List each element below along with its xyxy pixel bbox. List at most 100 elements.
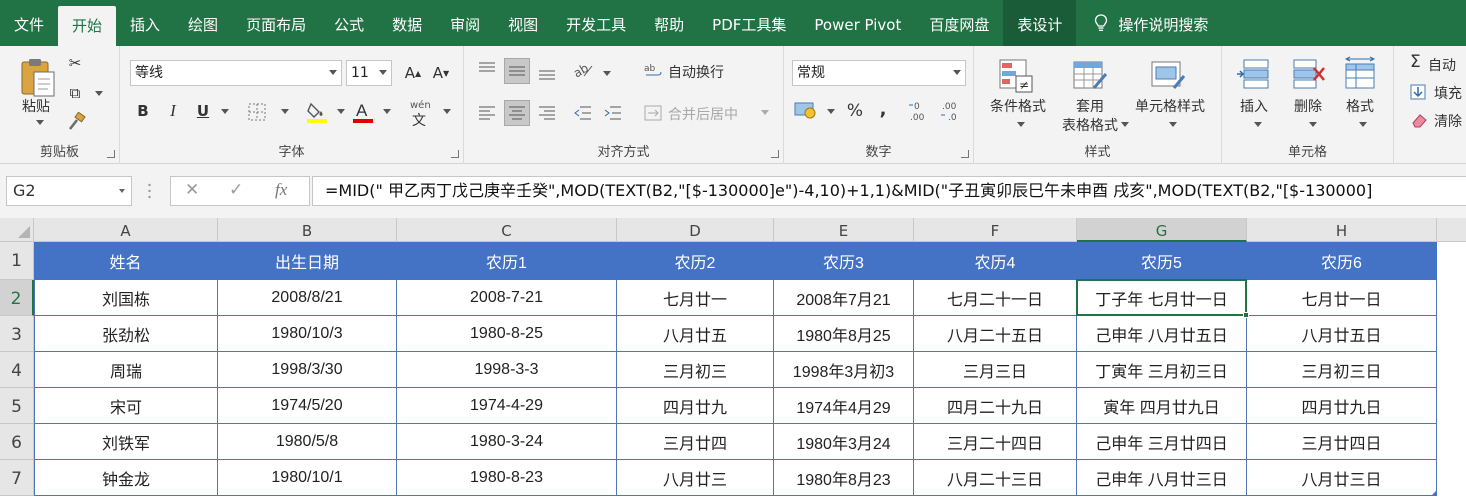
row-header-6[interactable]: 6 — [0, 424, 34, 460]
row-header-1[interactable]: 1 — [0, 242, 34, 280]
select-all-corner[interactable] — [0, 218, 34, 242]
name-box[interactable]: G2 — [6, 176, 132, 206]
tab-data[interactable]: 数据 — [378, 0, 436, 46]
tab-baidu-netdisk[interactable]: 百度网盘 — [915, 0, 1003, 46]
table-header-cell[interactable]: 农历6 — [1247, 242, 1437, 280]
format-as-table-label-1[interactable]: 套用 — [1066, 96, 1114, 116]
table-cell[interactable]: 四月二十九日 — [914, 388, 1077, 424]
insert-cells-dropdown-icon[interactable] — [1254, 122, 1262, 127]
table-cell[interactable]: 丁子年 七月廿一日 — [1077, 280, 1247, 316]
worksheet-grid[interactable]: A B C D E F G H 1 2 3 4 5 6 7 姓名 出生日期 农历1 农历2 农历3 农历4 农历5 农历6 刘… — [0, 218, 1466, 502]
tab-formulas[interactable]: 公式 — [320, 0, 378, 46]
tab-draw[interactable]: 绘图 — [174, 0, 232, 46]
table-resize-handle[interactable] — [1431, 490, 1437, 496]
table-cell[interactable]: 七月廿一日 — [1247, 280, 1437, 316]
table-cell[interactable]: 2008/8/21 — [218, 280, 397, 316]
table-cell[interactable]: 己申年 三月廿四日 — [1077, 424, 1247, 460]
underline-dropdown-icon[interactable] — [221, 109, 229, 114]
table-cell[interactable]: 1980/10/1 — [218, 460, 397, 496]
cut-icon[interactable]: ✂ — [62, 50, 88, 76]
format-cells-button[interactable]: 格式 — [1336, 96, 1384, 116]
column-header-i-partial[interactable] — [1437, 218, 1466, 242]
fill-down-icon[interactable] — [1410, 84, 1426, 100]
cancel-formula-icon[interactable]: ✕ — [185, 180, 199, 200]
font-launcher-icon[interactable] — [451, 150, 459, 158]
orientation-dropdown-icon[interactable] — [603, 71, 611, 76]
format-painter-icon[interactable] — [66, 112, 86, 132]
table-cell[interactable]: 寅年 四月廿九日 — [1077, 388, 1247, 424]
copy-dropdown-icon[interactable] — [95, 91, 103, 96]
increase-font-size-icon[interactable]: A ▲ — [400, 60, 426, 86]
table-cell[interactable]: 张劲松 — [34, 316, 218, 352]
format-as-table-icon[interactable] — [1072, 58, 1108, 94]
tab-page-layout[interactable]: 页面布局 — [232, 0, 320, 46]
underline-button[interactable]: U — [190, 98, 216, 124]
clear-button[interactable]: 清除 — [1434, 111, 1462, 131]
delete-cells-button[interactable]: 删除 — [1284, 96, 1332, 116]
clipboard-launcher-icon[interactable] — [107, 150, 115, 158]
delete-cells-dropdown-icon[interactable] — [1309, 122, 1317, 127]
column-header-c[interactable]: C — [397, 218, 617, 242]
table-header-cell[interactable]: 姓名 — [34, 242, 218, 280]
table-cell[interactable]: 1980/5/8 — [218, 424, 397, 460]
table-cell[interactable]: 四月廿九 — [617, 388, 774, 424]
format-cells-icon[interactable] — [1342, 56, 1378, 92]
clear-eraser-icon[interactable] — [1410, 112, 1428, 128]
phonetic-guide-dropdown-icon[interactable] — [443, 109, 451, 114]
table-header-cell[interactable]: 农历5 — [1077, 242, 1247, 280]
delete-cells-icon[interactable] — [1290, 56, 1326, 92]
table-cell[interactable]: 2008年7月21 — [774, 280, 914, 316]
align-left-icon[interactable] — [478, 104, 496, 122]
insert-cells-button[interactable]: 插入 — [1230, 96, 1278, 116]
row-header-2[interactable]: 2 — [0, 280, 34, 316]
table-cell[interactable]: 1980年8月25 — [774, 316, 914, 352]
insert-function-icon[interactable]: fx — [275, 180, 287, 200]
percent-style-button[interactable]: % — [842, 98, 868, 124]
cell-styles-button[interactable]: 单元格样式 — [1130, 96, 1210, 116]
tab-file[interactable]: 文件 — [0, 0, 58, 46]
table-cell[interactable]: 1980年3月24 — [774, 424, 914, 460]
table-cell[interactable]: 七月二十一日 — [914, 280, 1077, 316]
table-header-cell[interactable]: 农历4 — [914, 242, 1077, 280]
format-as-table-button[interactable]: 表格格式 — [1052, 115, 1128, 135]
merge-center-icon[interactable] — [644, 104, 662, 122]
table-cell[interactable]: 1998/3/30 — [218, 352, 397, 388]
tab-table-design[interactable]: 表设计 — [1003, 0, 1077, 46]
align-top-icon[interactable] — [478, 60, 496, 78]
align-bottom-icon[interactable] — [538, 64, 556, 82]
table-cell[interactable]: 2008-7-21 — [397, 280, 617, 316]
column-header-b[interactable]: B — [218, 218, 397, 242]
paste-button[interactable]: 粘贴 — [18, 96, 54, 116]
cell-styles-dropdown-icon[interactable] — [1169, 122, 1177, 127]
table-cell[interactable]: 刘国栋 — [34, 280, 218, 316]
autosum-icon[interactable]: Σ — [1410, 52, 1421, 72]
table-cell[interactable]: 八月二十三日 — [914, 460, 1077, 496]
table-cell[interactable]: 三月初三 — [617, 352, 774, 388]
formula-bar-grip-icon[interactable] — [148, 182, 151, 200]
borders-dropdown-icon[interactable] — [281, 109, 289, 114]
fill-color-dropdown-icon[interactable] — [337, 109, 345, 114]
formula-input[interactable]: =MID(" 甲乙丙丁戊己庚辛壬癸",MOD(TEXT(B2,"[$-13000… — [312, 176, 1466, 206]
enter-formula-icon[interactable]: ✓ — [229, 180, 243, 200]
tab-home[interactable]: 开始 — [58, 6, 117, 46]
number-launcher-icon[interactable] — [961, 150, 969, 158]
fill-handle[interactable] — [1243, 312, 1249, 318]
number-format-select[interactable]: 常规 — [792, 60, 966, 86]
column-header-g[interactable]: G — [1077, 218, 1247, 242]
table-cell[interactable]: 己申年 八月廿五日 — [1077, 316, 1247, 352]
table-cell[interactable]: 丁寅年 三月初三日 — [1077, 352, 1247, 388]
tell-me-search[interactable]: 操作说明搜索 — [1118, 0, 1222, 46]
table-cell[interactable]: 四月廿九日 — [1247, 388, 1437, 424]
table-cell[interactable]: 1998年3月初3 — [774, 352, 914, 388]
conditional-formatting-icon[interactable]: ≠ — [998, 58, 1034, 94]
tab-insert[interactable]: 插入 — [116, 0, 174, 46]
column-header-a[interactable]: A — [34, 218, 218, 242]
tab-view[interactable]: 视图 — [494, 0, 552, 46]
table-cell[interactable]: 1980/10/3 — [218, 316, 397, 352]
column-header-e[interactable]: E — [774, 218, 914, 242]
orientation-icon[interactable]: ab — [572, 60, 594, 80]
table-header-cell[interactable]: 农历1 — [397, 242, 617, 280]
tab-power-pivot[interactable]: Power Pivot — [800, 0, 915, 46]
table-cell[interactable]: 1998-3-3 — [397, 352, 617, 388]
table-cell[interactable]: 宋可 — [34, 388, 218, 424]
